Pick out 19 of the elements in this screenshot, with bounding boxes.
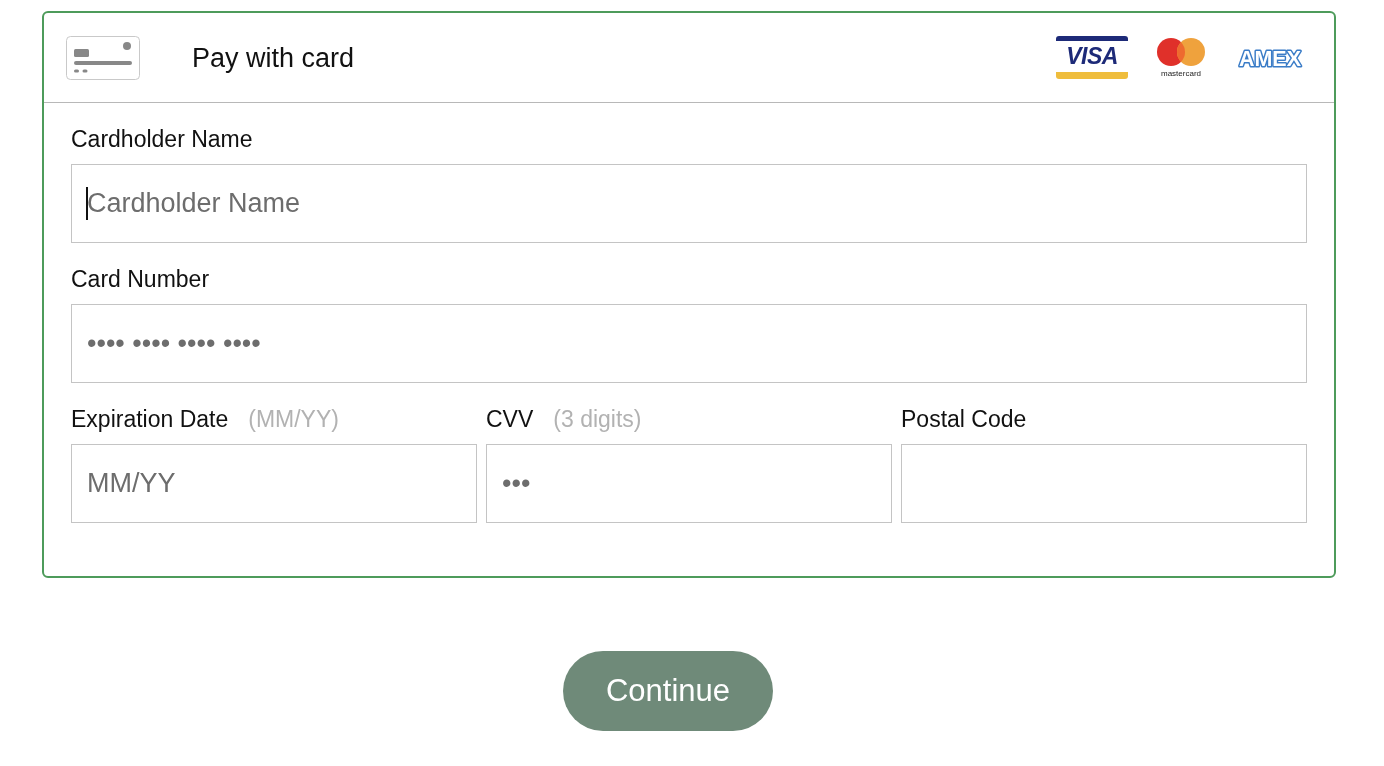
continue-button[interactable]: Continue — [563, 651, 773, 731]
field-label: Postal Code — [901, 405, 1027, 434]
credit-card-icon — [66, 35, 140, 80]
input-field[interactable]: Cardholder Name — [71, 164, 1307, 243]
card-brand-logo: mastercard — [1156, 37, 1206, 78]
card-brand-logo: VISA — [1056, 36, 1128, 79]
field-hint: (3 digits) — [553, 405, 642, 434]
field-label: Card Number — [71, 265, 210, 294]
field-label: Cardholder Name — [71, 125, 253, 154]
input-field[interactable] — [901, 444, 1307, 523]
field-label: Expiration Date — [71, 405, 229, 434]
card-brand-logo: AMEX — [1237, 46, 1303, 69]
field-label: CVV — [486, 405, 534, 434]
input-field[interactable]: ••• — [486, 444, 892, 523]
text-cursor — [86, 187, 88, 220]
field-hint: (MM/YY) — [248, 405, 339, 434]
input-field[interactable]: MM/YY — [71, 444, 477, 523]
input-field[interactable]: •••• •••• •••• •••• — [71, 304, 1307, 383]
panel-title: Pay with card — [192, 41, 355, 74]
